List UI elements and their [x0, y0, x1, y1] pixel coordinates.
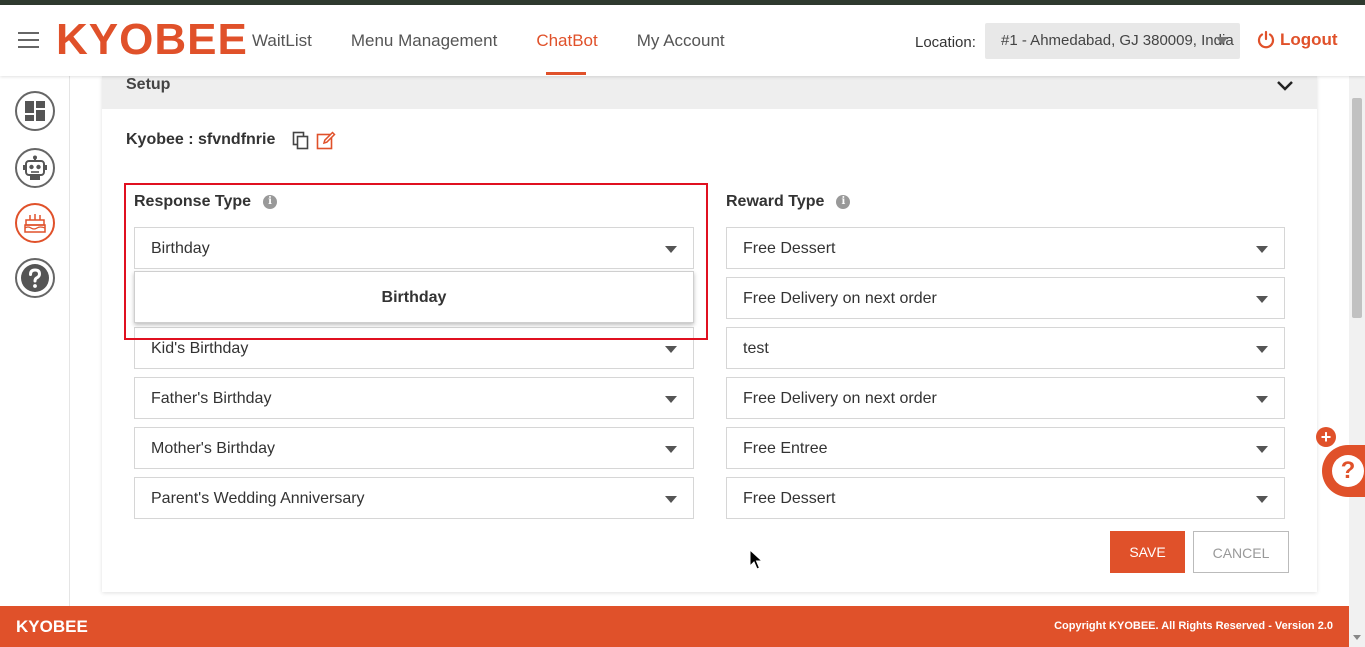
select-value: Parent's Wedding Anniversary	[151, 490, 365, 507]
chevron-down-icon	[665, 246, 677, 253]
select-value: Free Dessert	[743, 490, 836, 507]
reward-type-label: Reward Type i	[726, 193, 851, 211]
cancel-button[interactable]: CANCEL	[1193, 531, 1289, 573]
logout-button[interactable]: Logout	[1256, 30, 1338, 50]
top-header: KYOBEE WaitList Menu Management ChatBot …	[0, 5, 1365, 76]
reward-type-select-1[interactable]: Free Dessert	[726, 227, 1285, 269]
select-value: test	[743, 340, 769, 357]
response-type-select-6[interactable]: Parent's Wedding Anniversary	[134, 477, 694, 519]
sidebar-item-chatbot[interactable]	[15, 148, 55, 188]
response-type-select-3[interactable]: Kid's Birthday	[134, 327, 694, 369]
chat-widget-button[interactable]: ?	[1322, 445, 1365, 497]
scroll-down-arrow-icon[interactable]	[1353, 635, 1361, 640]
chevron-down-icon	[1256, 246, 1268, 253]
logout-label: Logout	[1280, 30, 1338, 49]
sidebar-item-help[interactable]	[15, 258, 55, 298]
location-select[interactable]: #1 - Ahmedabad, GJ 380009, India	[985, 23, 1240, 59]
copy-icon[interactable]	[292, 131, 310, 151]
select-value: Kid's Birthday	[151, 340, 249, 357]
sidebar-item-birthday[interactable]	[15, 203, 55, 243]
bot-name: Kyobee : sfvndfnrie	[126, 131, 276, 148]
select-value: Mother's Birthday	[151, 440, 275, 457]
select-value: Free Delivery on next order	[743, 290, 937, 307]
sidebar-item-dashboard[interactable]	[15, 91, 55, 131]
response-type-label-text: Response Type	[134, 193, 252, 210]
page-scrollbar[interactable]	[1349, 5, 1365, 647]
chevron-down-icon	[1256, 296, 1268, 303]
select-value: Free Dessert	[743, 240, 836, 257]
nav-chatbot[interactable]: ChatBot	[536, 31, 598, 75]
chevron-down-icon[interactable]	[1275, 78, 1295, 94]
chevron-down-icon	[665, 446, 677, 453]
response-type-label: Response Type i	[134, 193, 278, 211]
reward-type-select-2[interactable]: Free Delivery on next order	[726, 277, 1285, 319]
chevron-down-icon	[665, 396, 677, 403]
chevron-down-icon	[1256, 396, 1268, 403]
chevron-down-icon	[1216, 37, 1228, 45]
nav-menu-management[interactable]: Menu Management	[351, 31, 497, 75]
nav-my-account[interactable]: My Account	[637, 31, 725, 75]
birthday-cake-icon	[24, 214, 46, 233]
chat-widget-plus-icon[interactable]: +	[1316, 427, 1336, 447]
info-icon[interactable]: i	[263, 195, 278, 209]
reward-type-select-3[interactable]: test	[726, 327, 1285, 369]
footer: KYOBEE Copyright KYOBEE. All Rights Rese…	[0, 606, 1349, 647]
chevron-down-icon	[1256, 496, 1268, 503]
chat-bubble-icon: ?	[1332, 455, 1364, 487]
help-icon	[21, 264, 49, 292]
reward-type-select-6[interactable]: Free Dessert	[726, 477, 1285, 519]
edit-icon[interactable]	[316, 131, 336, 151]
scrollbar-thumb[interactable]	[1352, 98, 1362, 318]
chevron-down-icon	[1256, 346, 1268, 353]
select-value: Father's Birthday	[151, 390, 272, 407]
footer-brand: KYOBEE	[16, 617, 88, 636]
hamburger-menu-icon[interactable]	[18, 32, 39, 48]
footer-copyright: Copyright KYOBEE. All Rights Reserved - …	[1054, 620, 1333, 632]
reward-type-select-5[interactable]: Free Entree	[726, 427, 1285, 469]
info-icon[interactable]: i	[836, 195, 851, 209]
reward-type-label-text: Reward Type	[726, 193, 825, 210]
power-icon	[1257, 30, 1275, 49]
reward-type-select-4[interactable]: Free Delivery on next order	[726, 377, 1285, 419]
location-label: Location:	[915, 34, 976, 51]
response-type-dropdown-menu: Birthday	[134, 271, 694, 323]
kyobee-logo[interactable]: KYOBEE	[56, 15, 248, 65]
response-type-select-1[interactable]: Birthday	[134, 227, 694, 269]
chevron-down-icon	[665, 496, 677, 503]
nav-waitlist[interactable]: WaitList	[252, 31, 312, 75]
select-value: Free Delivery on next order	[743, 390, 937, 407]
left-sidebar	[0, 76, 70, 606]
chevron-down-icon	[1256, 446, 1268, 453]
location-value: #1 - Ahmedabad, GJ 380009, India	[1001, 32, 1234, 49]
response-type-select-4[interactable]: Father's Birthday	[134, 377, 694, 419]
main-nav: WaitList Menu Management ChatBot My Acco…	[252, 31, 764, 75]
chevron-down-icon	[665, 346, 677, 353]
robot-icon	[23, 155, 47, 180]
setup-title: Setup	[126, 76, 171, 93]
setup-accordion-header[interactable]: Setup	[102, 76, 1317, 109]
select-value: Birthday	[151, 240, 210, 257]
response-type-select-5[interactable]: Mother's Birthday	[134, 427, 694, 469]
select-value: Free Entree	[743, 440, 828, 457]
dashboard-icon	[25, 101, 45, 121]
dropdown-option[interactable]: Birthday	[135, 272, 693, 322]
save-button[interactable]: SAVE	[1110, 531, 1185, 573]
